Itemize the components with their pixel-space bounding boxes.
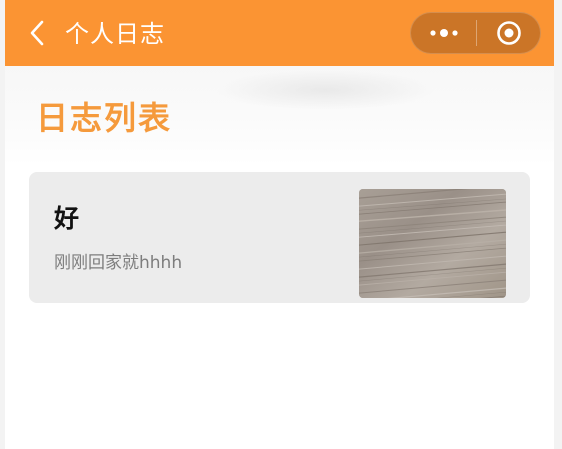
- chevron-left-icon: [30, 20, 44, 46]
- mini-program-capsule: [410, 12, 541, 54]
- navigation-bar: 个人日志: [5, 0, 554, 66]
- log-content: 刚刚回家就hhhh: [54, 253, 183, 273]
- log-thumbnail-image[interactable]: [359, 189, 506, 298]
- log-title: 好: [54, 204, 80, 233]
- log-card[interactable]: 好 刚刚回家就hhhh: [29, 172, 530, 303]
- more-button[interactable]: [411, 13, 476, 53]
- section-heading: 日志列表: [36, 99, 173, 137]
- target-circle-icon: [496, 21, 521, 45]
- back-button[interactable]: [23, 18, 51, 48]
- app-page: 个人日志 日志列表 好 刚刚回家就hhhh: [5, 0, 554, 449]
- close-button[interactable]: [477, 13, 540, 53]
- more-dots-icon: [429, 29, 458, 37]
- page-title: 个人日志: [65, 20, 165, 48]
